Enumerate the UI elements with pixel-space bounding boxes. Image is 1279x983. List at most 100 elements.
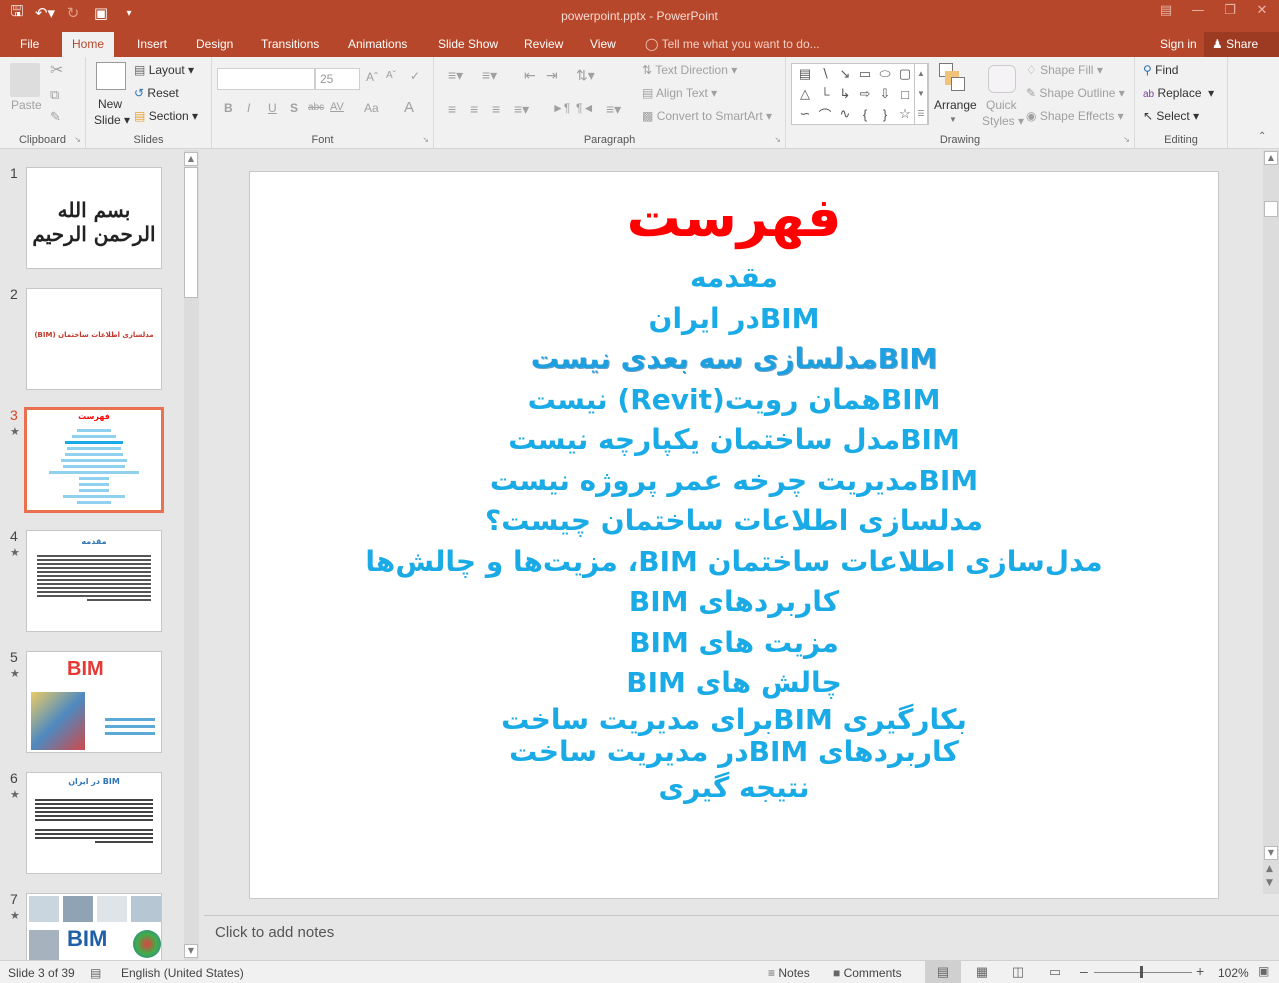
tab-home[interactable]: Home: [62, 32, 115, 57]
collapse-ribbon-icon[interactable]: ⌃: [1258, 131, 1266, 142]
align-right-icon[interactable]: ≡: [492, 101, 500, 117]
align-text-button[interactable]: ▤ Align Text ▾: [642, 86, 717, 100]
columns-icon[interactable]: ≡▾: [606, 101, 621, 118]
ribbon-display-options-icon[interactable]: ▤: [1157, 3, 1175, 18]
spell-check-icon[interactable]: ▤: [90, 966, 101, 980]
copy-icon[interactable]: ⧉: [50, 87, 59, 103]
tab-animations[interactable]: Animations: [348, 32, 407, 57]
new-slide-dropdown[interactable]: Slide ▾: [94, 113, 130, 127]
tell-me-box[interactable]: ◯ Tell me what you want to do...: [645, 32, 820, 56]
notes-toggle[interactable]: ≡ Notes: [768, 966, 810, 980]
tab-slide-show[interactable]: Slide Show: [438, 32, 498, 57]
replace-button[interactable]: ab Replace ▾: [1143, 86, 1214, 100]
character-spacing-button[interactable]: AV: [330, 101, 344, 113]
quick-styles-button[interactable]: Quick: [986, 98, 1017, 112]
slide-thumbnail-1[interactable]: بسم الله الرحمن الرحیم: [26, 167, 162, 269]
dialog-launcher-icon[interactable]: ↘: [774, 135, 781, 144]
zoom-slider[interactable]: [1094, 972, 1192, 973]
scroll-down-icon[interactable]: ▼: [184, 944, 198, 958]
tab-design[interactable]: Design: [196, 32, 233, 57]
tab-insert[interactable]: Insert: [137, 32, 167, 57]
slide-thumbnail-6[interactable]: BIM در ایران: [26, 772, 162, 874]
line-spacing-icon[interactable]: ⇅▾: [576, 67, 595, 84]
next-slide-icon[interactable]: ▼: [1266, 878, 1273, 888]
zoom-in-icon[interactable]: +: [1196, 963, 1204, 979]
sign-in-link[interactable]: Sign in: [1160, 32, 1197, 56]
restore-icon[interactable]: ❐: [1221, 3, 1239, 18]
underline-button[interactable]: U: [268, 101, 277, 115]
tab-transitions[interactable]: Transitions: [261, 32, 319, 57]
section-button[interactable]: ▤ Section ▾: [134, 109, 198, 123]
ltr-icon[interactable]: ►¶: [552, 101, 570, 115]
reading-view-button[interactable]: ◫: [1000, 961, 1036, 983]
justify-icon[interactable]: ≡▾: [514, 101, 529, 118]
italic-button[interactable]: I: [247, 101, 250, 115]
scroll-up-icon[interactable]: ▲: [184, 152, 198, 166]
align-center-icon[interactable]: ≡: [470, 101, 478, 117]
rtl-icon[interactable]: ¶◄: [576, 101, 594, 115]
dialog-launcher-icon[interactable]: ↘: [1123, 135, 1130, 144]
slide-thumbnail-4[interactable]: مقدمه: [26, 530, 162, 632]
change-case-button[interactable]: Aa: [364, 101, 379, 115]
slide-canvas[interactable]: فهرست مقدمه BIMدر ایران BIMمدلسازی سه بع…: [249, 171, 1219, 899]
arrange-button[interactable]: Arrange: [934, 98, 977, 112]
font-name-input[interactable]: [217, 68, 315, 90]
shape-outline-button[interactable]: ✎ Shape Outline ▾: [1026, 86, 1125, 100]
arrange-dropdown-icon[interactable]: ▼: [949, 115, 957, 124]
slide-sorter-button[interactable]: ▦: [964, 961, 1000, 983]
bullets-icon[interactable]: ≡▾: [448, 67, 463, 84]
increase-font-icon[interactable]: Aˆ: [366, 70, 378, 84]
zoom-level[interactable]: 102%: [1218, 966, 1249, 980]
scroll-thumb[interactable]: [184, 167, 198, 298]
shape-fill-button[interactable]: ♢ Shape Fill ▾: [1026, 63, 1103, 77]
previous-slide-icon[interactable]: ▲: [1266, 864, 1273, 874]
font-size-input[interactable]: 25: [315, 68, 360, 90]
numbering-icon[interactable]: ≡▾: [482, 67, 497, 84]
slide-title[interactable]: فهرست: [250, 186, 1218, 250]
convert-smartart-button[interactable]: ▩ Convert to SmartArt ▾: [642, 109, 772, 123]
shape-effects-button[interactable]: ◉ Shape Effects ▾: [1026, 109, 1124, 123]
dialog-launcher-icon[interactable]: ↘: [74, 135, 81, 144]
clear-formatting-icon[interactable]: ✓: [410, 69, 420, 83]
close-icon[interactable]: ✕: [1253, 3, 1271, 18]
table-of-contents[interactable]: مقدمه BIMدر ایران BIMمدلسازی سه بعدی نیس…: [250, 258, 1218, 808]
text-direction-button[interactable]: ⇅ Text Direction ▾: [642, 63, 737, 77]
shapes-gallery[interactable]: ▤ ∖ ↘ ▭ ⬭ ▢ △ └ ↳ ⇨ ⇩ □ ∽ ⌒ ∿ {} ☆: [791, 63, 929, 125]
share-button[interactable]: ♟ Share: [1204, 32, 1279, 57]
language-indicator[interactable]: English (United States): [121, 966, 244, 980]
gallery-scroll[interactable]: ▲ ▼ ☰: [914, 63, 928, 125]
notes-pane[interactable]: Click to add notes: [204, 915, 1279, 960]
shadow-button[interactable]: S: [290, 101, 298, 115]
new-slide-button[interactable]: New: [98, 97, 122, 111]
font-color-button[interactable]: A: [404, 99, 414, 116]
slide-thumbnail-5[interactable]: BIM: [26, 651, 162, 753]
find-button[interactable]: ⚲ Find: [1143, 63, 1178, 77]
slide-thumbnail-2[interactable]: مدلسازی اطلاعات ساختمان (BIM): [26, 288, 162, 390]
decrease-font-icon[interactable]: Aˇ: [386, 70, 396, 81]
dialog-launcher-icon[interactable]: ↘: [422, 135, 429, 144]
notes-placeholder[interactable]: Click to add notes: [215, 924, 334, 941]
reset-button[interactable]: ↺ Reset: [134, 86, 179, 100]
thumbnails-scrollbar[interactable]: ▲ ▼: [184, 150, 199, 960]
paste-button[interactable]: Paste: [11, 98, 42, 112]
bold-button[interactable]: B: [224, 101, 233, 115]
select-button[interactable]: ↖ Select ▾: [1143, 109, 1199, 123]
minimize-icon[interactable]: —: [1189, 3, 1207, 18]
scroll-up-icon[interactable]: ▲: [1264, 151, 1278, 165]
fit-to-window-icon[interactable]: ▣: [1258, 964, 1269, 978]
decrease-indent-icon[interactable]: ⇤: [524, 67, 536, 84]
tab-file[interactable]: File: [20, 32, 39, 57]
align-left-icon[interactable]: ≡: [448, 101, 456, 117]
format-painter-icon[interactable]: ✎: [50, 109, 61, 125]
slide-thumbnail-3[interactable]: فهرست: [24, 407, 164, 513]
slide-scrollbar[interactable]: ▲ ▼ ▲ ▼: [1263, 150, 1279, 894]
quick-styles-dropdown[interactable]: Styles ▾: [982, 114, 1024, 128]
tab-view[interactable]: View: [590, 32, 616, 57]
zoom-slider-handle[interactable]: [1140, 966, 1143, 978]
increase-indent-icon[interactable]: ⇥: [546, 67, 558, 84]
scroll-thumb[interactable]: [1264, 201, 1278, 217]
slide-show-button[interactable]: ▭: [1037, 961, 1073, 983]
layout-button[interactable]: ▤ Layout ▾: [134, 63, 194, 77]
comments-toggle[interactable]: ■ Comments: [833, 966, 902, 980]
zoom-out-icon[interactable]: –: [1080, 963, 1088, 979]
